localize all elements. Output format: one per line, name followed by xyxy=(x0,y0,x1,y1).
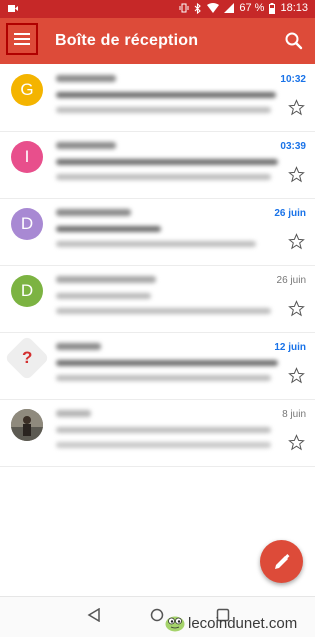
avatar: I xyxy=(11,141,43,173)
email-date: 26 juin xyxy=(276,275,306,286)
back-icon[interactable] xyxy=(87,608,101,622)
avatar-photo xyxy=(11,409,43,441)
email-preview-blurred xyxy=(50,265,280,332)
star-icon[interactable] xyxy=(288,367,305,384)
star-icon[interactable] xyxy=(288,166,305,183)
watermark-text: lecoindunet.com xyxy=(188,614,298,632)
bluetooth-icon xyxy=(195,2,202,14)
app-bar: Boîte de réception xyxy=(0,18,315,64)
email-preview-blurred xyxy=(50,332,280,399)
email-date: 8 juin xyxy=(282,409,306,420)
star-icon[interactable] xyxy=(288,434,305,451)
status-bar: 67 % 18:13 xyxy=(0,0,315,18)
search-icon[interactable] xyxy=(283,30,305,52)
menu-button[interactable] xyxy=(6,23,38,55)
avatar-letter: ? xyxy=(21,347,33,367)
email-date: 26 juin xyxy=(274,208,306,219)
clock: 18:13 xyxy=(280,2,308,14)
email-row[interactable]: D 26 juin xyxy=(0,198,315,266)
star-icon[interactable] xyxy=(288,300,305,317)
page-title: Boîte de réception xyxy=(55,32,199,49)
watermark: lecoindunet.com xyxy=(165,614,297,632)
video-record-icon xyxy=(8,5,18,12)
email-preview-blurred xyxy=(50,198,280,265)
avatar: D xyxy=(11,275,43,307)
home-icon[interactable] xyxy=(150,608,164,622)
star-icon[interactable] xyxy=(288,99,305,116)
email-preview-blurred xyxy=(50,399,280,466)
vibrate-icon xyxy=(179,3,189,13)
email-row[interactable]: D 26 juin xyxy=(0,265,315,333)
avatar: ? xyxy=(4,335,50,381)
email-preview-blurred xyxy=(50,64,280,131)
star-icon[interactable] xyxy=(288,233,305,250)
watermark-logo-icon xyxy=(165,616,185,632)
email-preview-blurred xyxy=(50,131,280,198)
email-row[interactable]: G 10:32 xyxy=(0,64,315,132)
pencil-icon xyxy=(274,553,289,569)
email-date: 12 juin xyxy=(274,342,306,353)
email-row[interactable]: I 03:39 xyxy=(0,131,315,199)
avatar: G xyxy=(11,74,43,106)
battery-percent: 67 % xyxy=(239,2,265,14)
menu-icon xyxy=(14,33,30,45)
email-row[interactable]: 8 juin xyxy=(0,399,315,467)
email-row[interactable]: ? 12 juin xyxy=(0,332,315,400)
email-date: 03:39 xyxy=(280,141,306,152)
battery-icon xyxy=(269,2,276,14)
wifi-icon xyxy=(207,3,220,13)
email-date: 10:32 xyxy=(280,74,306,85)
avatar xyxy=(11,409,43,441)
avatar: D xyxy=(11,208,43,240)
signal-icon xyxy=(224,3,235,13)
compose-button[interactable] xyxy=(260,540,303,583)
